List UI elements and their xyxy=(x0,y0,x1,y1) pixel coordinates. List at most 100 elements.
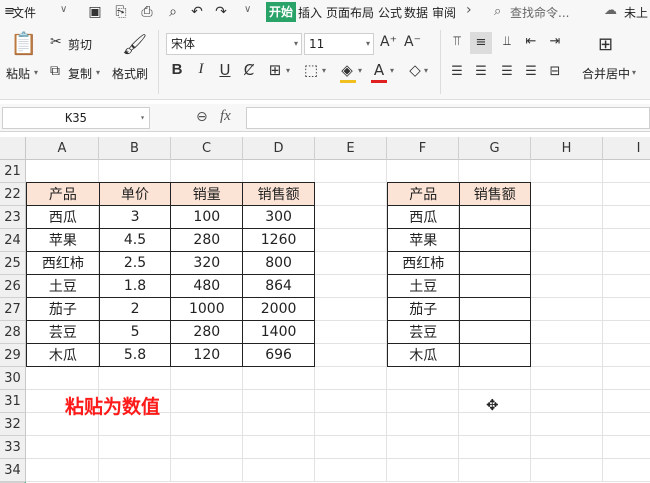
row-header-29[interactable]: 29 xyxy=(0,344,26,367)
row-header-32[interactable]: 32 xyxy=(0,413,26,436)
clear-format-icon[interactable]: ◇ xyxy=(406,61,424,79)
cloud-icon[interactable]: ☁ xyxy=(604,3,617,18)
row-header-21[interactable]: 21 xyxy=(0,160,26,183)
column-header-d[interactable]: D xyxy=(243,137,315,160)
cell[interactable]: 5 xyxy=(98,320,172,344)
column-header-c[interactable]: C xyxy=(171,137,243,160)
header-quantity[interactable]: 销量 xyxy=(170,182,244,206)
print-icon[interactable]: ⎙ xyxy=(138,3,156,21)
fill-color-icon[interactable]: ◈ xyxy=(338,61,356,79)
cell[interactable]: 2000 xyxy=(242,297,315,321)
border-dropdown-icon[interactable]: ▾ xyxy=(286,66,290,75)
cell-style-dropdown-icon[interactable]: ▾ xyxy=(322,66,326,75)
scissors-icon[interactable]: ✂ xyxy=(50,34,62,50)
align-bottom-icon[interactable]: ⫫ xyxy=(498,34,516,49)
export-icon[interactable]: ⎘ xyxy=(112,3,130,21)
cell[interactable]: 木瓜 xyxy=(387,343,460,367)
tabs-scroll-right[interactable]: › xyxy=(466,2,472,18)
cell[interactable] xyxy=(458,274,531,298)
fill-color-dropdown-icon[interactable]: ▾ xyxy=(358,66,362,75)
column-header-a[interactable]: A xyxy=(26,137,99,160)
save-icon[interactable]: ▣ xyxy=(86,3,104,21)
cell[interactable]: 西瓜 xyxy=(387,205,460,229)
cell[interactable]: 苹果 xyxy=(387,228,460,252)
align-top-icon[interactable]: ⫪ xyxy=(448,34,466,49)
copy-button[interactable]: 复制 xyxy=(68,65,92,82)
print-preview-icon[interactable]: ⌕ xyxy=(164,3,182,21)
cell[interactable]: 苹果 xyxy=(26,228,100,252)
tab-insert[interactable]: 插入 xyxy=(298,4,322,21)
tab-page-layout[interactable]: 页面布局 xyxy=(326,4,374,21)
cell[interactable]: 120 xyxy=(170,343,244,367)
merge-cells-icon[interactable]: ⊞ xyxy=(598,34,613,55)
row-header-33[interactable]: 33 xyxy=(0,436,26,459)
cell[interactable]: 864 xyxy=(242,274,315,298)
cell[interactable]: 芸豆 xyxy=(387,320,460,344)
column-header-h[interactable]: H xyxy=(531,137,603,160)
cell[interactable]: 1000 xyxy=(170,297,244,321)
merge-dropdown-icon[interactable]: ▾ xyxy=(632,68,636,77)
header-price[interactable]: 单价 xyxy=(98,182,172,206)
cloud-status[interactable]: 未上 xyxy=(624,4,648,21)
paste-button[interactable]: 粘贴 xyxy=(6,65,30,82)
cell[interactable] xyxy=(458,205,531,229)
paste-icon[interactable]: 📋 xyxy=(10,32,37,57)
header-sales[interactable]: 销售额 xyxy=(242,182,315,206)
cell[interactable]: 280 xyxy=(170,228,244,252)
cell[interactable]: 100 xyxy=(170,205,244,229)
column-header-b[interactable]: B xyxy=(99,137,171,160)
redo-icon[interactable]: ↷ xyxy=(212,3,230,21)
row-header-34[interactable]: 34 xyxy=(0,459,26,482)
cell[interactable]: 西红柿 xyxy=(387,251,460,275)
tab-home[interactable]: 开始 xyxy=(266,2,297,22)
cell[interactable] xyxy=(458,343,531,367)
increase-font-size-icon[interactable]: A⁺ xyxy=(380,34,397,50)
increase-indent-icon[interactable]: ⇥ xyxy=(546,34,564,49)
row-header-22[interactable]: 22 xyxy=(0,183,26,206)
cell[interactable]: 土豆 xyxy=(26,274,100,298)
formula-input[interactable] xyxy=(246,107,650,129)
row-header-25[interactable]: 25 xyxy=(0,252,26,275)
font-color-icon[interactable]: A xyxy=(370,61,388,79)
font-size-select[interactable]: 11 ▾ xyxy=(304,33,374,55)
copy-dropdown-icon[interactable]: ▾ xyxy=(96,68,100,77)
cell[interactable]: 茄子 xyxy=(26,297,100,321)
row-header-26[interactable]: 26 xyxy=(0,275,26,298)
cell[interactable]: 280 xyxy=(170,320,244,344)
header-product[interactable]: 产品 xyxy=(387,182,460,206)
more-dropdown-icon[interactable]: ∨ xyxy=(244,4,251,15)
row-header-30[interactable]: 30 xyxy=(0,367,26,390)
underline-icon[interactable]: U xyxy=(216,61,234,79)
cell[interactable]: 木瓜 xyxy=(26,343,100,367)
tab-review[interactable]: 审阅 xyxy=(432,4,456,21)
strikethrough-icon[interactable]: Ȼ xyxy=(240,61,258,79)
clear-dropdown-icon[interactable]: ▾ xyxy=(424,66,428,75)
command-search-input[interactable]: 查找命令... xyxy=(510,4,569,21)
file-menu[interactable]: 文件 xyxy=(12,4,36,21)
tab-formulas[interactable]: 公式 xyxy=(378,4,402,21)
format-painter-button[interactable]: 格式刷 xyxy=(112,65,148,82)
cell[interactable]: 1400 xyxy=(242,320,315,344)
cell[interactable]: 5.8 xyxy=(98,343,172,367)
decrease-font-size-icon[interactable]: A⁻ xyxy=(404,34,421,50)
align-left-icon[interactable]: ☰ xyxy=(448,64,466,79)
cell[interactable]: 3 xyxy=(98,205,172,229)
merge-center-button[interactable]: 合并居中 xyxy=(582,65,630,82)
column-header-g[interactable]: G xyxy=(459,137,531,160)
column-header-f[interactable]: F xyxy=(387,137,459,160)
bold-icon[interactable]: B xyxy=(168,61,186,78)
font-name-select[interactable]: 宋体 ▾ xyxy=(166,33,302,55)
cell[interactable]: 696 xyxy=(242,343,315,367)
cell[interactable]: 1.8 xyxy=(98,274,172,298)
cell[interactable]: 4.5 xyxy=(98,228,172,252)
cell[interactable] xyxy=(458,251,531,275)
format-painter-icon[interactable]: 🖌 xyxy=(122,32,147,56)
cell[interactable]: 480 xyxy=(170,274,244,298)
zoom-icon[interactable]: ⊖ xyxy=(196,109,208,125)
justify-icon[interactable]: ☰ xyxy=(522,64,540,79)
paste-dropdown-icon[interactable]: ▾ xyxy=(34,68,38,77)
align-right-icon[interactable]: ☰ xyxy=(498,64,516,79)
cell[interactable]: 茄子 xyxy=(387,297,460,321)
cell[interactable]: 2 xyxy=(98,297,172,321)
cell[interactable]: 土豆 xyxy=(387,274,460,298)
